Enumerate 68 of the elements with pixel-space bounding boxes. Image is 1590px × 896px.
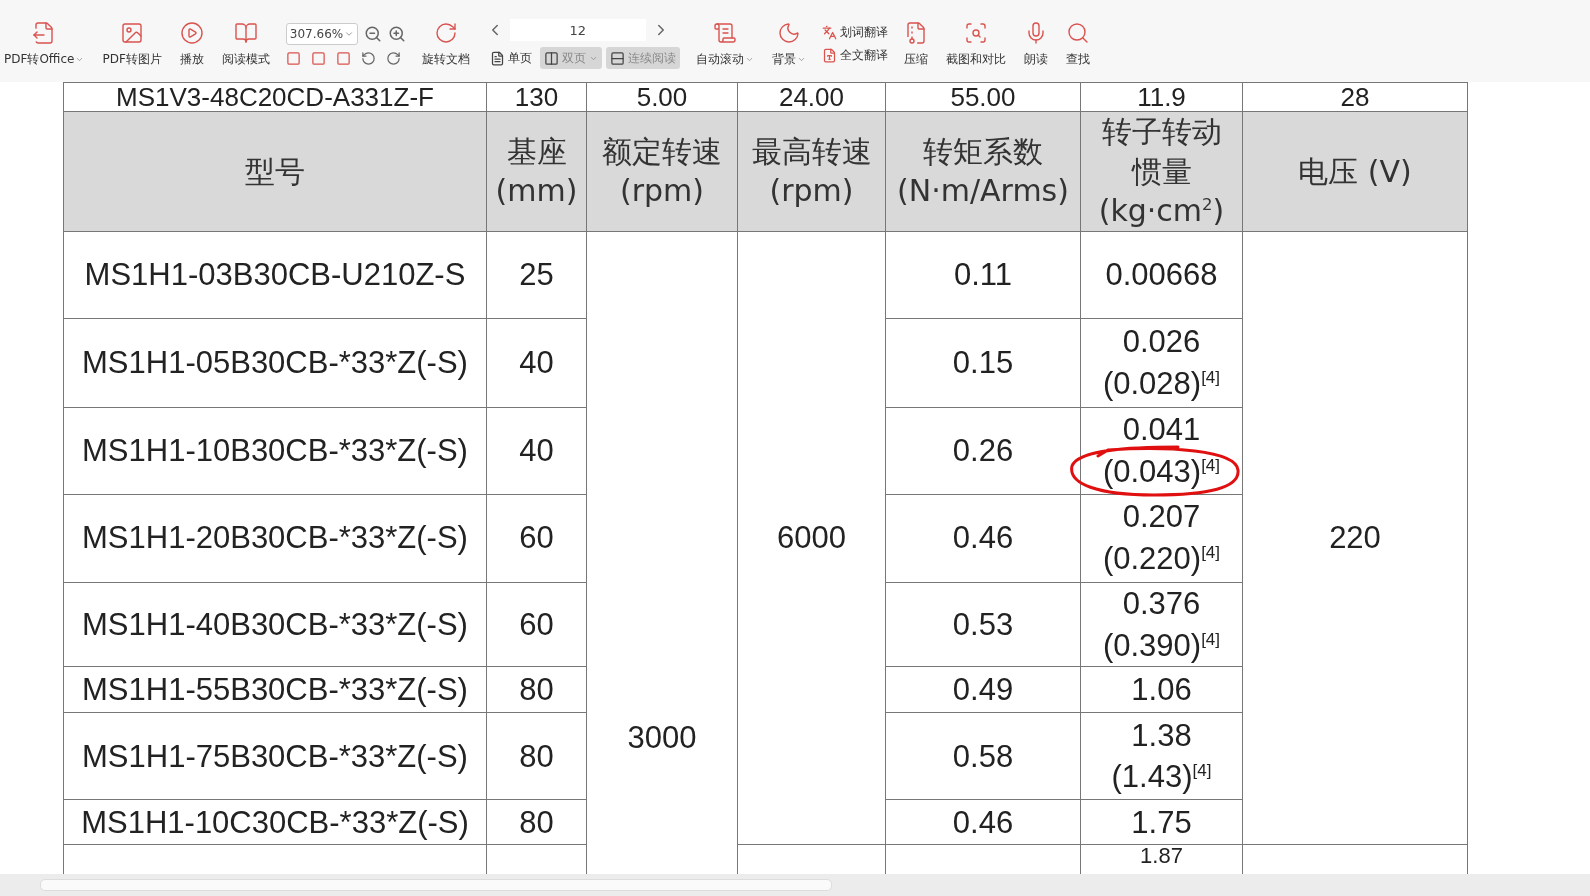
page-field[interactable]: 12 — [509, 19, 646, 41]
translate-icon — [821, 25, 837, 40]
toolbar-button[interactable]: 截图和对比 — [943, 18, 1008, 70]
toolbar-button[interactable]: 背景 — [769, 18, 808, 70]
table-cell: 6000 — [737, 231, 886, 845]
toolbar-button[interactable]: PDF转图片 — [100, 18, 164, 70]
column-header: 基座 (mm) — [486, 111, 587, 232]
table-cell: 5.00 — [586, 82, 738, 112]
book-icon — [233, 20, 258, 45]
toolbar-button[interactable]: 阅读模式 — [219, 18, 272, 70]
toolbar-button[interactable]: 查找 — [1063, 18, 1092, 70]
column-header: 型号 — [63, 111, 487, 232]
image-icon — [120, 20, 145, 45]
scroll-icon — [712, 20, 737, 45]
table-cell: 0.46 — [885, 494, 1081, 583]
document-icon — [821, 48, 837, 63]
toolbar-button[interactable]: 播放 — [177, 18, 206, 70]
table-cell: 0.26 — [885, 407, 1081, 495]
two-columns-icon — [543, 50, 559, 66]
table-cell: 0.49 — [885, 666, 1081, 713]
page-icon — [489, 50, 505, 66]
translate-button[interactable]: 划词翻译 — [821, 24, 888, 41]
search-icon — [1065, 20, 1090, 45]
table-cell: 0.11 — [885, 231, 1081, 319]
toolbar-button[interactable]: 旋转文档 — [419, 18, 472, 70]
table-cell: MS1H1-03B30CB-U210Z-S — [63, 231, 487, 319]
table-cell: 0.46 — [885, 799, 1081, 845]
table-cell: 220 — [1242, 231, 1468, 845]
table-cell: 130 — [486, 82, 587, 112]
column-header: 转子转动 惯量 (kg·cm$^{2}$) — [1080, 111, 1243, 232]
table-cell: MS1H1-10B30CB-*33*Z(-S) — [63, 407, 487, 495]
moon-icon — [776, 20, 801, 45]
zoom-out-icon[interactable] — [363, 24, 382, 43]
rotate-icon — [433, 20, 458, 45]
translate-button[interactable]: 全文翻译 — [821, 47, 888, 64]
zoom-in-icon[interactable] — [387, 24, 406, 43]
table-cell: MS1V3-48C20CD-A331Z-F — [63, 82, 487, 112]
table-cell: 25 — [486, 231, 587, 319]
column-header: 额定转速 (rpm) — [586, 111, 738, 232]
column-header: 最高转速 (rpm) — [737, 111, 886, 232]
toolbar-button[interactable]: 自动滚动 — [693, 18, 756, 70]
toolbar-button[interactable]: PDF转Office — [2, 18, 87, 70]
rotate-right-icon[interactable] — [385, 50, 401, 66]
table-cell: 0.58 — [885, 712, 1081, 800]
table-cell: 0.53 — [885, 582, 1081, 667]
table-cell: 28 — [1242, 82, 1468, 112]
table-cell: 0.15 — [885, 318, 1081, 408]
rotate-left-icon[interactable] — [360, 50, 376, 66]
play-icon — [179, 20, 204, 45]
table-cell: 0.00668 — [1080, 231, 1243, 319]
rows-icon — [609, 50, 625, 66]
scan-icon — [963, 20, 988, 45]
table-cell: 24.00 — [737, 82, 886, 112]
toolbar-button[interactable]: 压缩 — [901, 18, 930, 70]
table-cell: MS1H1-05B30CB-*33*Z(-S) — [63, 318, 487, 408]
table-cell: MS1H1-55B30CB-*33*Z(-S) — [63, 666, 487, 713]
horizontal-scrollbar[interactable] — [0, 874, 1590, 896]
table-cell: MS1H1-75B30CB-*33*Z(-S) — [63, 712, 487, 800]
toolbar-button[interactable]: 朗读 — [1021, 18, 1050, 70]
table-cell: MS1H1-20B30CB-*33*Z(-S) — [63, 494, 487, 583]
column-header: 电压 (V) — [1242, 111, 1468, 232]
zoom-field[interactable]: 307.66% — [285, 22, 358, 45]
view-mode-button[interactable]: 单页 — [485, 47, 536, 69]
column-header: 转矩系数 (N·m/Arms) — [885, 111, 1081, 232]
table-cell: 55.00 — [885, 82, 1081, 112]
table-cell: MS1H1-40B30CB-*33*Z(-S) — [63, 582, 487, 667]
table-cell: MS1H1-10C30CB-*33*Z(-S) — [63, 799, 487, 845]
table-cell: 11.9 — [1080, 82, 1243, 112]
